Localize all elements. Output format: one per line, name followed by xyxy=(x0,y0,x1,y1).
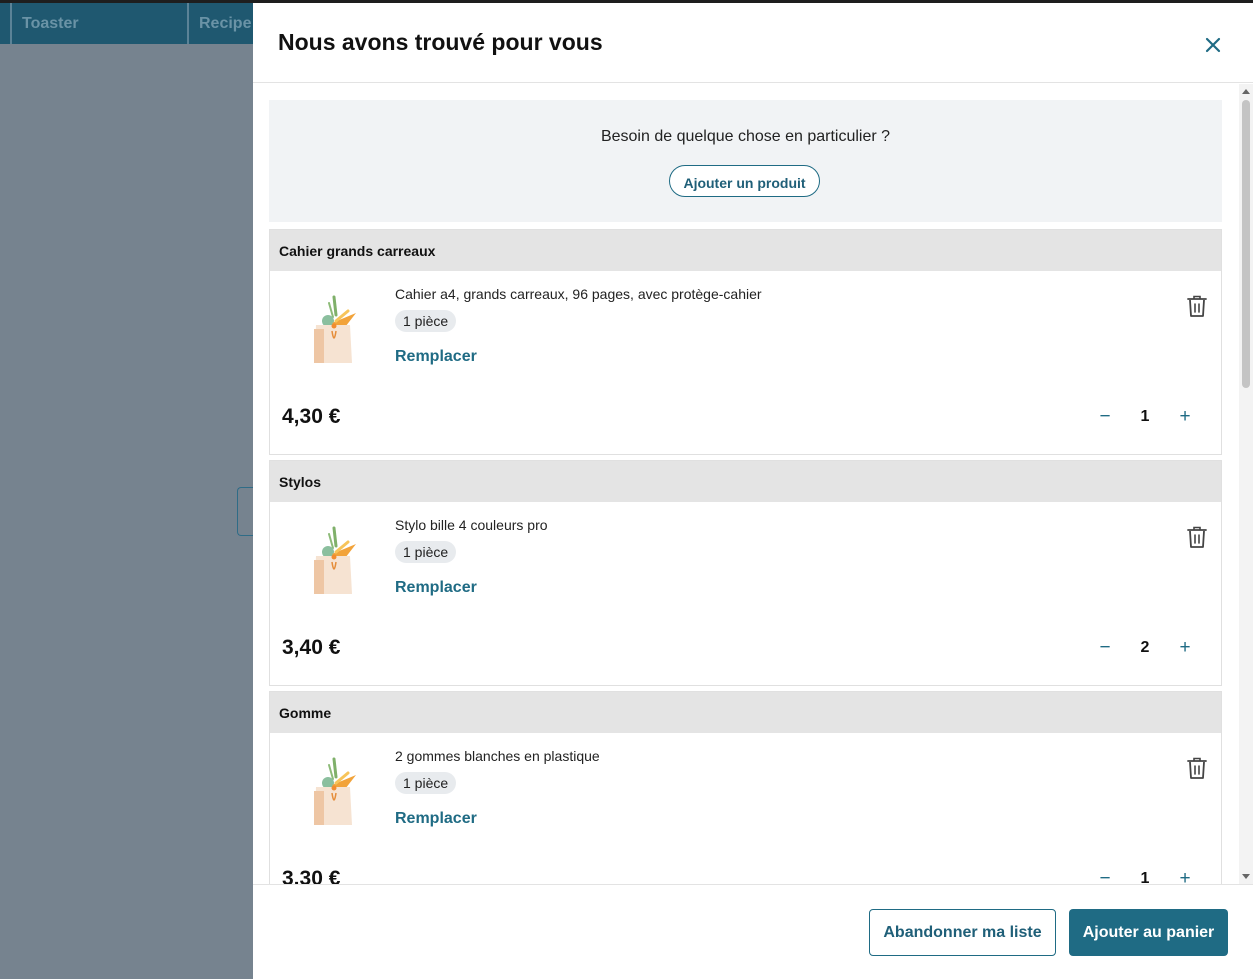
drawer-footer: Abandonner ma liste Ajouter au panier xyxy=(253,884,1253,979)
trash-icon[interactable] xyxy=(1186,525,1208,549)
scroll-down-arrow-icon[interactable] xyxy=(1242,874,1250,879)
quantity-increase-button[interactable]: + xyxy=(1173,866,1197,884)
drawer-title: Nous avons trouvé pour vous xyxy=(278,29,603,55)
add-product-button[interactable]: Ajouter un produit xyxy=(669,165,820,197)
category-title: Gomme xyxy=(279,705,332,721)
quantity-increase-button[interactable]: + xyxy=(1173,635,1197,661)
replace-link[interactable]: Remplacer xyxy=(395,810,477,828)
replace-link[interactable]: Remplacer xyxy=(395,348,477,366)
product-drawer: Nous avons trouvé pour vous Besoin de qu… xyxy=(253,3,1253,979)
category-title: Stylos xyxy=(279,474,322,490)
quantity-value: 2 xyxy=(1140,639,1150,656)
background-tab-toaster[interactable]: Toaster xyxy=(10,3,188,44)
scroll-up-arrow-icon[interactable] xyxy=(1242,89,1250,94)
grocery-bag-icon xyxy=(314,526,356,594)
card-header: Gomme xyxy=(270,692,1221,733)
product-description: 2 gommes blanches en plastique xyxy=(395,748,600,764)
add-to-cart-button[interactable]: Ajouter au panier xyxy=(1069,909,1228,956)
product-description: Stylo bille 4 couleurs pro xyxy=(395,517,548,533)
close-icon[interactable] xyxy=(1199,31,1227,59)
grocery-bag-icon xyxy=(314,757,356,825)
scrollbar-thumb[interactable] xyxy=(1242,100,1250,388)
search-prompt: Besoin de quelque chose en particulier ? xyxy=(600,128,891,145)
product-price: 3,30 € xyxy=(282,867,341,884)
product-price: 3,40 € xyxy=(282,636,341,659)
category-title: Cahier grands carreaux xyxy=(279,243,436,259)
product-price: 4,30 € xyxy=(282,405,341,428)
card-header: Stylos xyxy=(270,461,1221,502)
trash-icon[interactable] xyxy=(1186,756,1208,780)
replace-link[interactable]: Remplacer xyxy=(395,579,477,597)
background-tab-bar: Toaster Recipe xyxy=(0,3,253,44)
quantity-value: 1 xyxy=(1140,408,1150,425)
trash-icon[interactable] xyxy=(1186,294,1208,318)
quantity-decrease-button[interactable]: − xyxy=(1093,866,1117,884)
background-tab-recipe[interactable]: Recipe xyxy=(187,3,253,44)
search-suggestion-box: Besoin de quelque chose en particulier ?… xyxy=(269,100,1222,222)
unit-badge: 1 pièce xyxy=(395,310,457,332)
scrollbar[interactable] xyxy=(1239,84,1253,884)
grocery-bag-icon xyxy=(314,295,356,363)
quantity-decrease-button[interactable]: − xyxy=(1093,404,1117,430)
drawer-header: Nous avons trouvé pour vous xyxy=(253,3,1253,83)
product-card: Gomme 2 gommes blanches en plastique 1 p… xyxy=(269,691,1222,884)
window-top-border xyxy=(0,0,1253,3)
unit-badge: 1 pièce xyxy=(395,541,457,563)
quantity-decrease-button[interactable]: − xyxy=(1093,635,1117,661)
product-card: Stylos Stylo bille 4 couleurs pro 1 pièc… xyxy=(269,460,1222,686)
quantity-increase-button[interactable]: + xyxy=(1173,404,1197,430)
drawer-content[interactable]: Besoin de quelque chose en particulier ?… xyxy=(253,84,1239,884)
product-description: Cahier a4, grands carreaux, 96 pages, av… xyxy=(395,286,762,302)
unit-badge: 1 pièce xyxy=(395,772,457,794)
abandon-list-button[interactable]: Abandonner ma liste xyxy=(869,909,1056,956)
card-header: Cahier grands carreaux xyxy=(270,230,1221,271)
quantity-value: 1 xyxy=(1140,870,1150,884)
product-card: Cahier grands carreaux Cahier a4, grands… xyxy=(269,229,1222,455)
